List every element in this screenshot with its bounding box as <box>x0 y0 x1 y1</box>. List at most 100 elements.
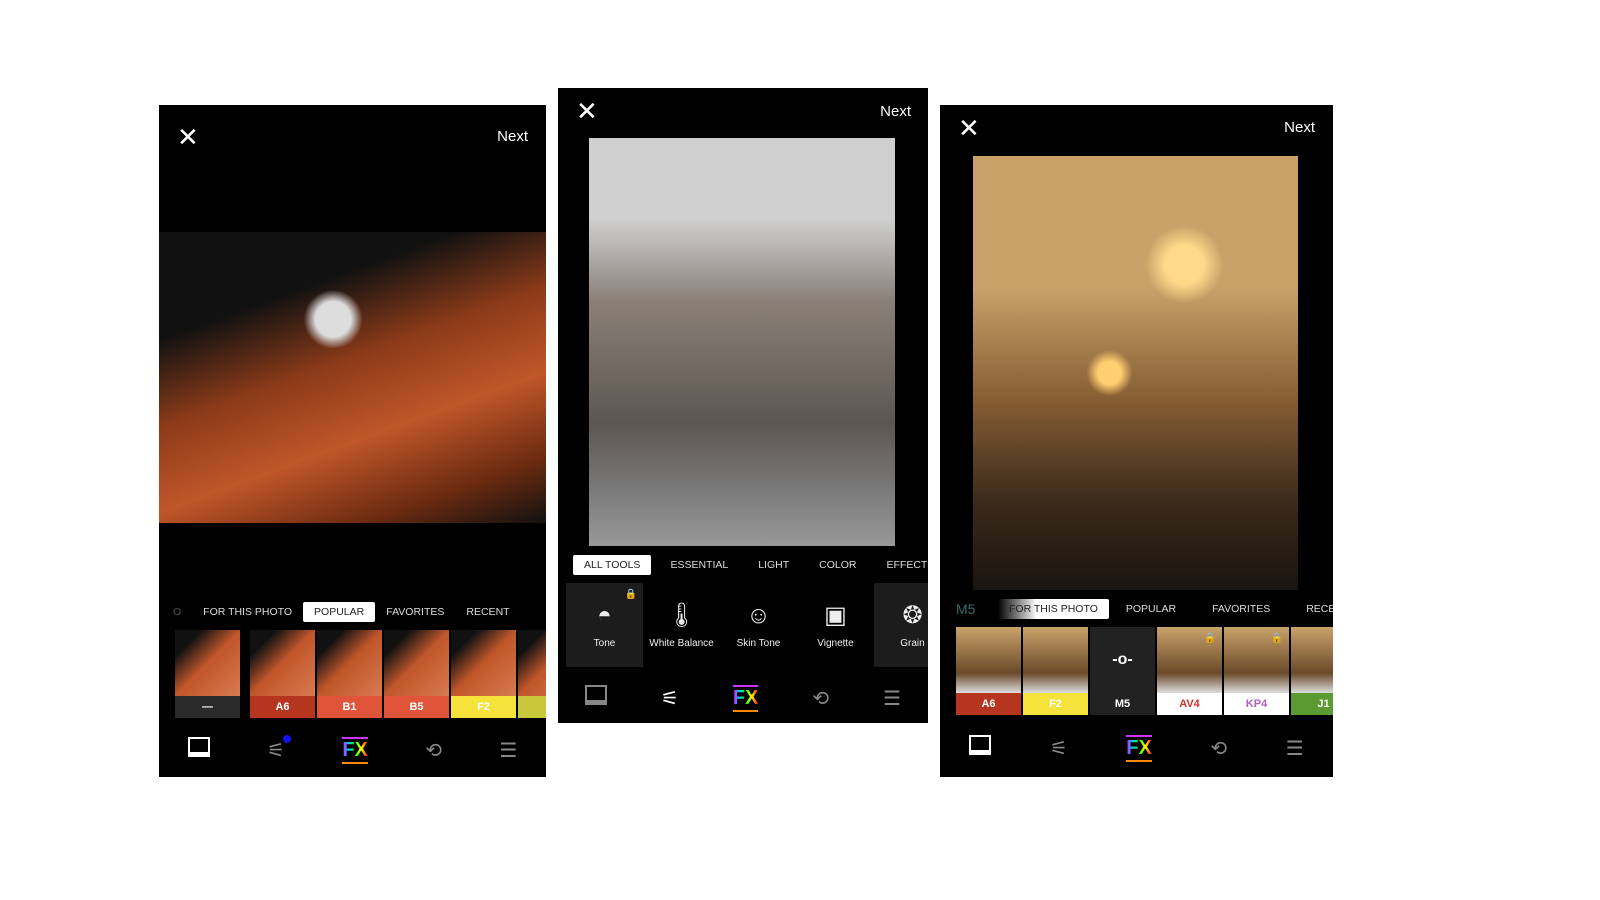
history-icon[interactable]: ⟲ <box>812 686 829 711</box>
tab-popular[interactable]: POPULAR <box>303 602 376 622</box>
photo-preview <box>159 232 546 523</box>
preset-thumbnail <box>518 630 546 696</box>
tool-list: ◓ Tone 🔒 🌡 White Balance ☺ Skin Tone ▣ Vignette ❂… <box>566 583 928 667</box>
fx-icon[interactable]: FX <box>1126 734 1152 762</box>
preset-label: B5 <box>384 696 449 718</box>
bottom-nav: ⚟ FX ⟲ ☰ <box>558 678 928 718</box>
tab-popular[interactable]: POPULAR <box>1115 599 1187 619</box>
preset-thumbnail: 🔒 <box>1157 627 1222 693</box>
tab-for-this-photo[interactable]: FOR THIS PHOTO <box>998 599 1109 619</box>
preset-label: AV4 <box>1157 693 1222 715</box>
tone-icon: ◓ <box>597 601 612 629</box>
next-button[interactable]: Next <box>497 128 528 145</box>
smiley-icon: ☺ <box>746 601 771 629</box>
thermometer-icon: 🌡 <box>666 602 697 629</box>
preset-AV4[interactable]: 🔒 AV4 <box>1157 627 1222 715</box>
preset-thumbnail <box>1291 627 1333 693</box>
preset-tabs: FOR THIS PHOTO POPULAR FAVORITES RECENT <box>998 599 1333 619</box>
bottom-nav: ⚟ FX ⟲ ☰ <box>159 730 546 770</box>
photo-preview <box>973 156 1298 590</box>
history-icon[interactable]: ⟲ <box>425 738 442 763</box>
preset-label: — <box>175 696 240 718</box>
close-icon[interactable]: ✕ <box>576 98 598 124</box>
preset-thumbnail <box>956 627 1021 693</box>
lock-icon: 🔒 <box>1203 633 1216 644</box>
recipes-icon[interactable]: ☰ <box>1286 736 1304 761</box>
tool-white-balance[interactable]: 🌡 White Balance <box>643 583 720 667</box>
tab-favorites[interactable]: FAVORITES <box>1201 599 1281 619</box>
tool-vignette[interactable]: ▣ Vignette <box>797 583 874 667</box>
library-icon[interactable] <box>187 737 210 763</box>
tool-skin-tone[interactable]: ☺ Skin Tone <box>720 583 797 667</box>
tab-color[interactable]: COLOR <box>808 555 867 575</box>
preset-KP4[interactable]: 🔒 KP4 <box>1224 627 1289 715</box>
preset-label: F2 <box>1023 693 1088 715</box>
preset-label: B1 <box>317 696 382 718</box>
preset-B1[interactable]: B1 <box>317 630 382 718</box>
preset-J1[interactable]: J1 <box>1291 627 1333 715</box>
preset-G[interactable]: G <box>518 630 546 718</box>
recipes-icon[interactable]: ☰ <box>499 738 517 763</box>
tab-recent[interactable]: RECENT <box>455 602 520 622</box>
preset-tabs: O FOR THIS PHOTO POPULAR FAVORITES RECEN… <box>173 602 521 622</box>
preset-M5[interactable]: -o- M5 <box>1090 627 1155 715</box>
tool-label: Vignette <box>817 638 854 649</box>
fx-icon[interactable]: FX <box>732 684 759 712</box>
preset-thumbnail: -o- <box>1090 627 1155 693</box>
close-icon[interactable]: ✕ <box>958 115 980 141</box>
preset-B5[interactable]: B5 <box>384 630 449 718</box>
library-icon[interactable] <box>969 735 992 761</box>
preset-thumbnail <box>175 630 240 696</box>
tab-all-tools[interactable]: ALL TOOLS <box>573 555 652 575</box>
next-button[interactable]: Next <box>880 103 911 120</box>
adjust-icon[interactable]: ⚟ <box>1050 736 1068 761</box>
preset-label: A6 <box>956 693 1021 715</box>
next-button[interactable]: Next <box>1284 119 1315 136</box>
preset-strip: A6 F2 -o- M5 🔒 AV4 🔒 KP4 J1 <box>956 627 1333 715</box>
screen-presets-popular: ✕ Next O FOR THIS PHOTO POPULAR FAVORITE… <box>159 105 546 777</box>
preset-label: A6 <box>250 696 315 718</box>
bottom-nav: ⚟ FX ⟲ ☰ <box>940 728 1333 768</box>
screen-tools: ✕ Next ALL TOOLS ESSENTIAL LIGHT COLOR E… <box>558 88 928 723</box>
tool-label: White Balance <box>649 638 714 649</box>
preset-thumbnail <box>250 630 315 696</box>
tool-label: Tone <box>593 637 616 649</box>
preset-thumbnail <box>451 630 516 696</box>
preset-label: G <box>518 696 546 718</box>
tab-partial[interactable]: O <box>173 602 192 622</box>
preset-F2[interactable]: F2 <box>451 630 516 718</box>
preset-A6[interactable]: A6 <box>956 627 1021 715</box>
tab-recent[interactable]: RECENT <box>1295 599 1333 619</box>
fx-icon[interactable]: FX <box>342 736 368 764</box>
preset-A6[interactable]: A6 <box>250 630 315 718</box>
history-icon[interactable]: ⟲ <box>1210 736 1227 761</box>
preset-thumbnail <box>317 630 382 696</box>
tool-label: Grain <box>900 638 925 649</box>
adjust-icon[interactable]: ⚟ <box>267 734 291 763</box>
tool-tone[interactable]: ◓ Tone 🔒 <box>566 583 643 667</box>
tab-favorites[interactable]: FAVORITES <box>375 602 455 622</box>
photo-preview <box>589 138 895 546</box>
preset-label: M5 <box>1090 693 1155 715</box>
preset-F2[interactable]: F2 <box>1023 627 1088 715</box>
lock-icon: 🔒 <box>624 589 637 600</box>
preset-strip: — A6B1B5F2G <box>175 630 546 718</box>
library-icon[interactable] <box>584 685 607 711</box>
vignette-icon: ▣ <box>824 602 847 629</box>
preset-thumbnail <box>384 630 449 696</box>
close-icon[interactable]: ✕ <box>177 124 199 150</box>
tool-label: Skin Tone <box>736 637 781 649</box>
preset-label: KP4 <box>1224 693 1289 715</box>
tool-grain[interactable]: ❂ Grain <box>874 583 928 667</box>
tab-essential[interactable]: ESSENTIAL <box>659 555 739 575</box>
tab-for-this-photo[interactable]: FOR THIS PHOTO <box>192 602 303 622</box>
adjust-icon[interactable]: ⚟ <box>661 686 679 711</box>
notification-dot <box>282 734 291 743</box>
tab-light[interactable]: LIGHT <box>747 555 800 575</box>
tab-effects[interactable]: EFFECTS <box>875 555 928 575</box>
screen-presets-for-this-photo: ✕ Next M5 FOR THIS PHOTO POPULAR FAVORIT… <box>940 105 1333 777</box>
recipes-icon[interactable]: ☰ <box>883 686 901 711</box>
preset-label: F2 <box>451 696 516 718</box>
tool-tabs: ALL TOOLS ESSENTIAL LIGHT COLOR EFFECTS <box>573 555 928 575</box>
preset-—[interactable]: — <box>175 630 240 718</box>
